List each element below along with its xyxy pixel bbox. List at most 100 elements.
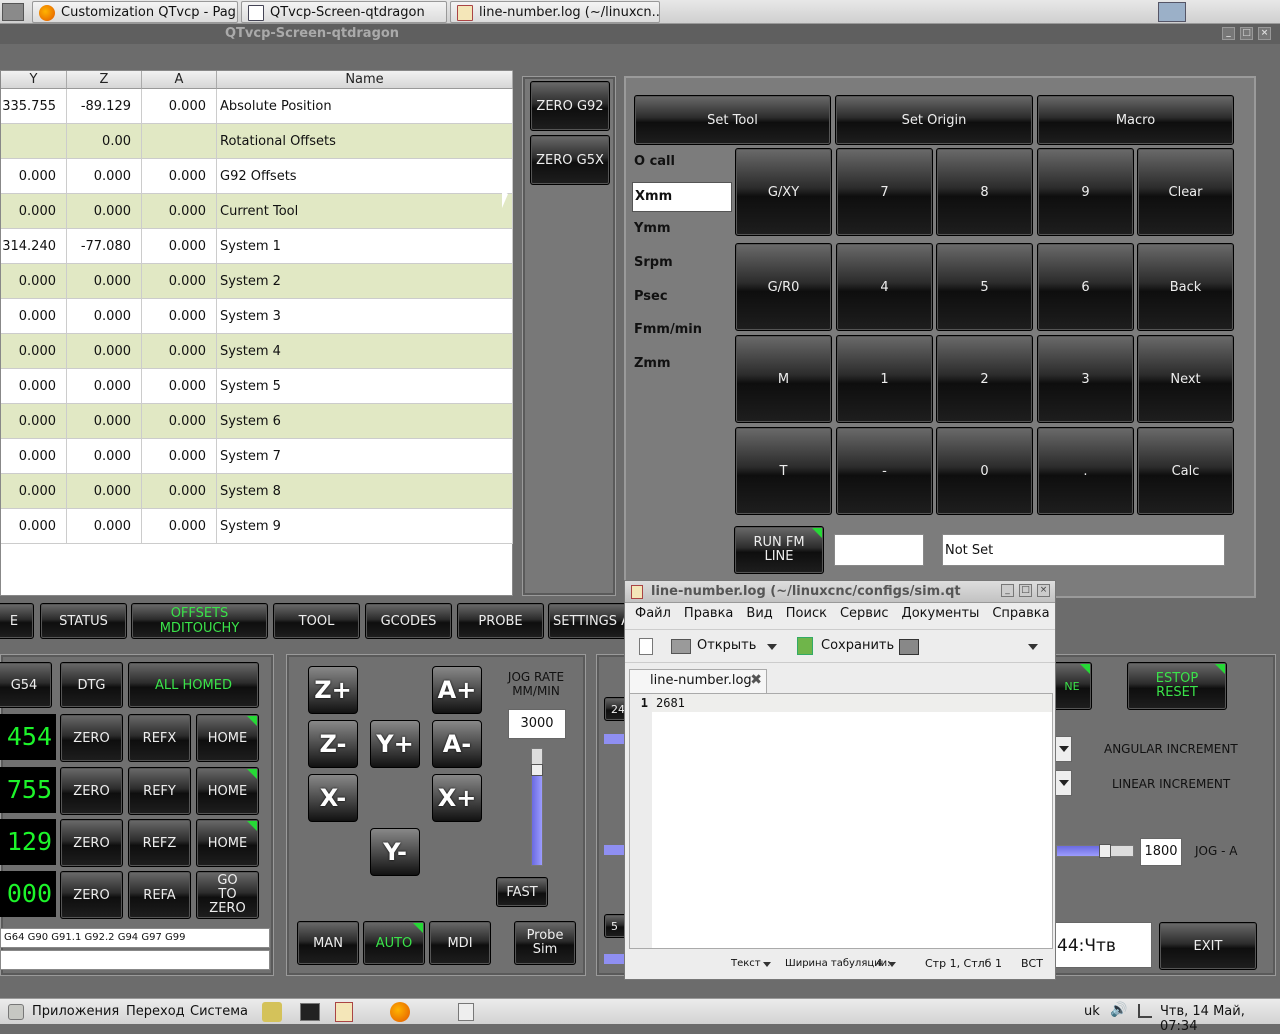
a-minus-button[interactable]: A- [432,720,482,768]
estop-reset-button[interactable]: ESTOP RESET [1127,662,1227,710]
close-icon[interactable]: × [1037,584,1050,597]
jog-rate-slider-handle[interactable] [531,763,543,776]
home-axis-button[interactable]: HOME [196,819,259,867]
mdi-button[interactable]: MDI [429,921,491,965]
maximize-icon[interactable]: □ [1240,27,1253,40]
keypad-key[interactable]: . [1037,427,1134,515]
zero-g92-button[interactable]: ZERO G92 [530,81,610,131]
window-list-icon[interactable] [2,3,24,21]
tab-e[interactable]: E [0,603,34,639]
table-row[interactable]: 0.000 0.000 0.000 System 5 [1,369,513,404]
tab-status[interactable]: STATUS [40,603,127,639]
menu-documents[interactable]: Документы [902,606,980,621]
tab-offsets-mditouchy[interactable]: OFFSETS MDITOUCHY [131,603,268,639]
table-row[interactable]: 335.755 -89.129 0.000 Absolute Position [1,89,513,124]
ref-axis-button[interactable]: REFX [128,714,191,762]
xmm-field[interactable]: Xmm [632,182,732,212]
auto-button[interactable]: AUTO [363,921,425,965]
fast-button[interactable]: FAST [496,877,548,907]
keypad-key[interactable]: 4 [836,243,933,331]
print-icon[interactable] [899,639,919,655]
linuxcnc-launcher-icon[interactable] [262,1002,282,1022]
chevron-down-icon[interactable] [767,644,777,650]
probe-sim-button[interactable]: Probe Sim [514,921,576,965]
save-button[interactable]: Сохранить [821,638,894,653]
keypad-key[interactable]: 1 [836,335,933,423]
y-minus-button[interactable]: Y- [370,828,420,876]
keypad-key[interactable]: T [735,427,832,515]
keypad-key[interactable]: 3 [1037,335,1134,423]
menu-search[interactable]: Поиск [786,606,827,621]
volume-icon[interactable]: 🔊 [1110,1002,1127,1018]
zero-axis-button[interactable]: ZERO [60,714,123,762]
gedit-editor[interactable]: 1 2681 [629,693,1053,949]
zero-axis-button[interactable]: ZERO [60,767,123,815]
angular-increment-dropdown[interactable] [1054,736,1072,762]
x-minus-button[interactable]: X- [308,774,358,822]
keypad-key[interactable]: 6 [1037,243,1134,331]
menu-tools[interactable]: Сервис [840,606,889,621]
chevron-down-icon[interactable] [763,962,771,967]
tab-width-value[interactable]: 4 [876,958,882,969]
zmm-label[interactable]: Zmm [634,356,671,371]
table-row[interactable]: 0.000 0.000 0.000 System 4 [1,334,513,369]
tab-line-number-log[interactable]: line-number.log (~/linuxcn... [450,1,660,23]
language-selector[interactable]: Текст [731,958,761,969]
table-row[interactable]: 0.000 0.000 0.000 System 3 [1,299,513,334]
minimize-icon[interactable]: _ [1001,584,1014,597]
tab-probe[interactable]: PROBE [457,603,544,639]
minimize-icon[interactable]: _ [1222,27,1235,40]
keypad-key[interactable]: Calc [1137,427,1234,515]
home-axis-button[interactable]: HOME [196,714,259,762]
zero-g5x-button[interactable]: ZERO G5X [530,135,610,185]
save-icon[interactable] [797,637,813,655]
x-plus-button[interactable]: X+ [432,774,482,822]
macro-button[interactable]: Macro [1037,95,1234,145]
open-button[interactable]: Открыть [697,638,756,653]
partial-slider-1[interactable] [604,734,626,744]
chevron-down-icon[interactable] [1028,644,1038,650]
keypad-key[interactable]: G/R0 [735,243,832,331]
open-icon[interactable] [671,639,691,654]
keyboard-layout[interactable]: uk [1084,1004,1100,1019]
maximize-icon[interactable]: □ [1019,584,1032,597]
firefox-launcher-icon[interactable] [390,1002,410,1022]
keypad-key[interactable]: 9 [1037,148,1134,236]
offsets-table[interactable]: Y Z A Name 335.755 -89.129 0.000 Absolute P… [0,70,513,596]
srpm-label[interactable]: Srpm [634,255,673,270]
table-row[interactable]: 0.000 0.000 0.000 System 9 [1,509,513,544]
table-row[interactable]: 0.000 0.000 0.000 System 6 [1,404,513,439]
jog-rate-slider[interactable] [531,748,543,866]
menu-view[interactable]: Вид [746,606,772,621]
man-button[interactable]: MAN [297,921,359,965]
dtg-button[interactable]: DTG [60,662,123,708]
tab-width-label[interactable]: Ширина табуляции: [785,958,891,969]
keypad-key[interactable]: 2 [936,335,1033,423]
keypad-key[interactable]: 5 [936,243,1033,331]
zero-axis-button[interactable]: ZERO [60,871,123,919]
table-row[interactable]: 0.00 Rotational Offsets [1,124,513,159]
table-row[interactable]: 0.000 0.000 0.000 Current Tool [1,194,513,229]
applications-menu[interactable]: Приложения [32,1004,119,1019]
table-row[interactable]: 0.000 0.000 0.000 System 8 [1,474,513,509]
mdi-input[interactable] [0,950,270,970]
psec-label[interactable]: Psec [634,289,668,304]
set-origin-button[interactable]: Set Origin [835,95,1033,145]
keypad-key[interactable]: 8 [936,148,1033,236]
linear-increment-dropdown[interactable] [1054,770,1072,796]
close-icon[interactable]: ✖ [750,672,762,688]
keypad-key[interactable]: - [836,427,933,515]
jog-a-slider[interactable] [1056,844,1134,858]
menu-help[interactable]: Справка [992,606,1049,621]
apps-icon[interactable] [8,1004,24,1020]
show-desktop-icon[interactable] [458,1003,474,1021]
places-menu[interactable]: Переход [126,1004,185,1019]
system-menu[interactable]: Система [190,1004,248,1019]
z-minus-button[interactable]: Z- [308,720,358,768]
workspace-switcher[interactable] [1158,2,1186,22]
keypad-key[interactable]: M [735,335,832,423]
y-plus-button[interactable]: Y+ [370,720,420,768]
goto-zero-button[interactable]: GO TO ZERO [196,871,259,919]
zero-axis-button[interactable]: ZERO [60,819,123,867]
ref-axis-button[interactable]: REFZ [128,819,191,867]
